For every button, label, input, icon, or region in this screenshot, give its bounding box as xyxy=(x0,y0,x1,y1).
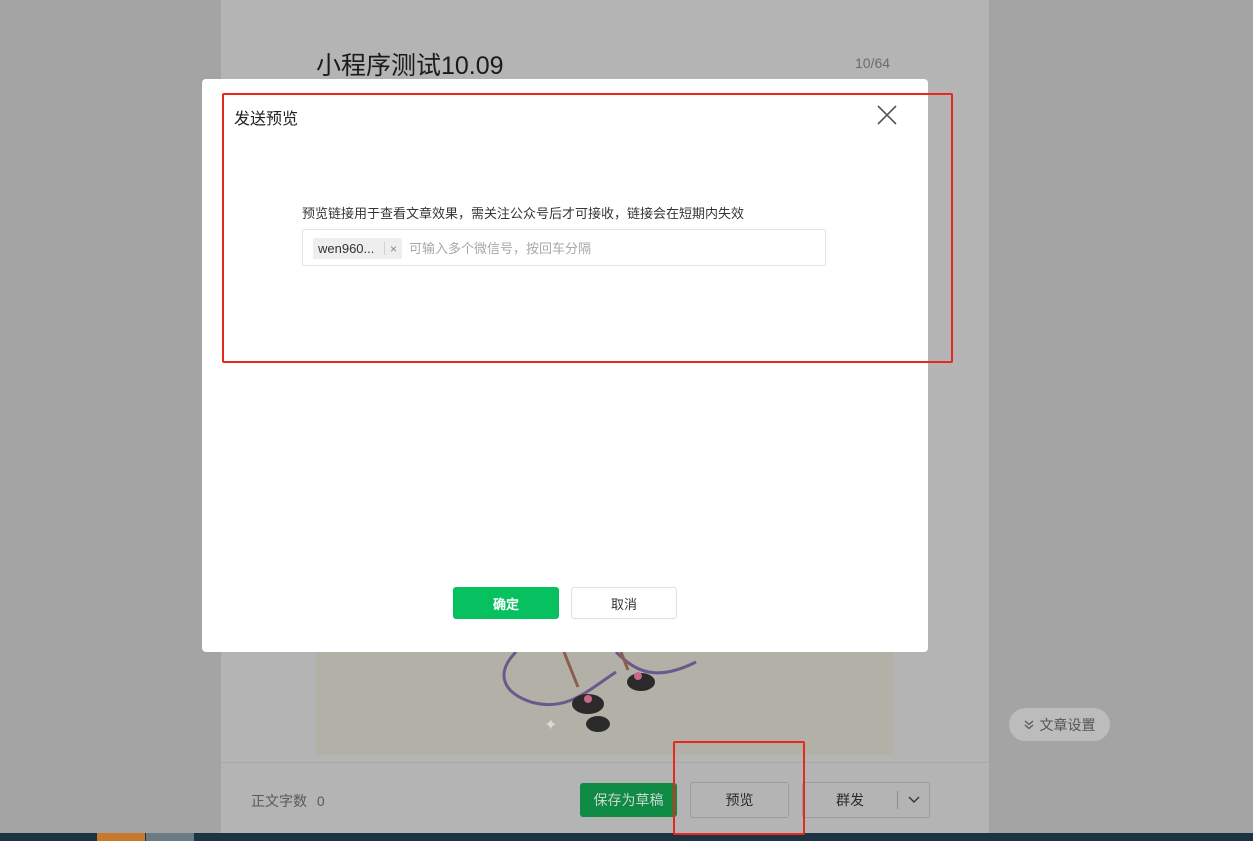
mass-send-label: 群发 xyxy=(836,792,864,808)
confirm-button[interactable]: 确定 xyxy=(453,587,559,619)
taskbar-item[interactable] xyxy=(97,833,145,841)
word-count-value: 0 xyxy=(316,793,325,809)
taskbar xyxy=(0,833,1253,841)
double-chevron-down-icon xyxy=(1024,717,1034,733)
svg-text:✦: ✦ xyxy=(544,715,557,734)
title-char-count: 10/64 xyxy=(855,55,891,71)
article-title[interactable]: 小程序测试10.09 xyxy=(316,46,504,82)
annotation-highlight-dialog xyxy=(222,93,953,363)
article-settings-button[interactable]: 文章设置 xyxy=(1009,708,1110,741)
article-cover-image: ✦ xyxy=(316,652,894,755)
taskbar-item[interactable] xyxy=(146,833,194,841)
mass-send-button[interactable]: 群发 xyxy=(802,782,930,818)
word-count: 正文字数 0 xyxy=(251,791,325,811)
annotation-highlight-preview xyxy=(673,741,805,835)
word-count-label: 正文字数 xyxy=(251,793,307,809)
cancel-button[interactable]: 取消 xyxy=(571,587,677,619)
article-settings-label: 文章设置 xyxy=(1039,716,1096,733)
chevron-down-icon[interactable] xyxy=(898,796,929,804)
save-draft-button[interactable]: 保存为草稿 xyxy=(580,783,677,817)
